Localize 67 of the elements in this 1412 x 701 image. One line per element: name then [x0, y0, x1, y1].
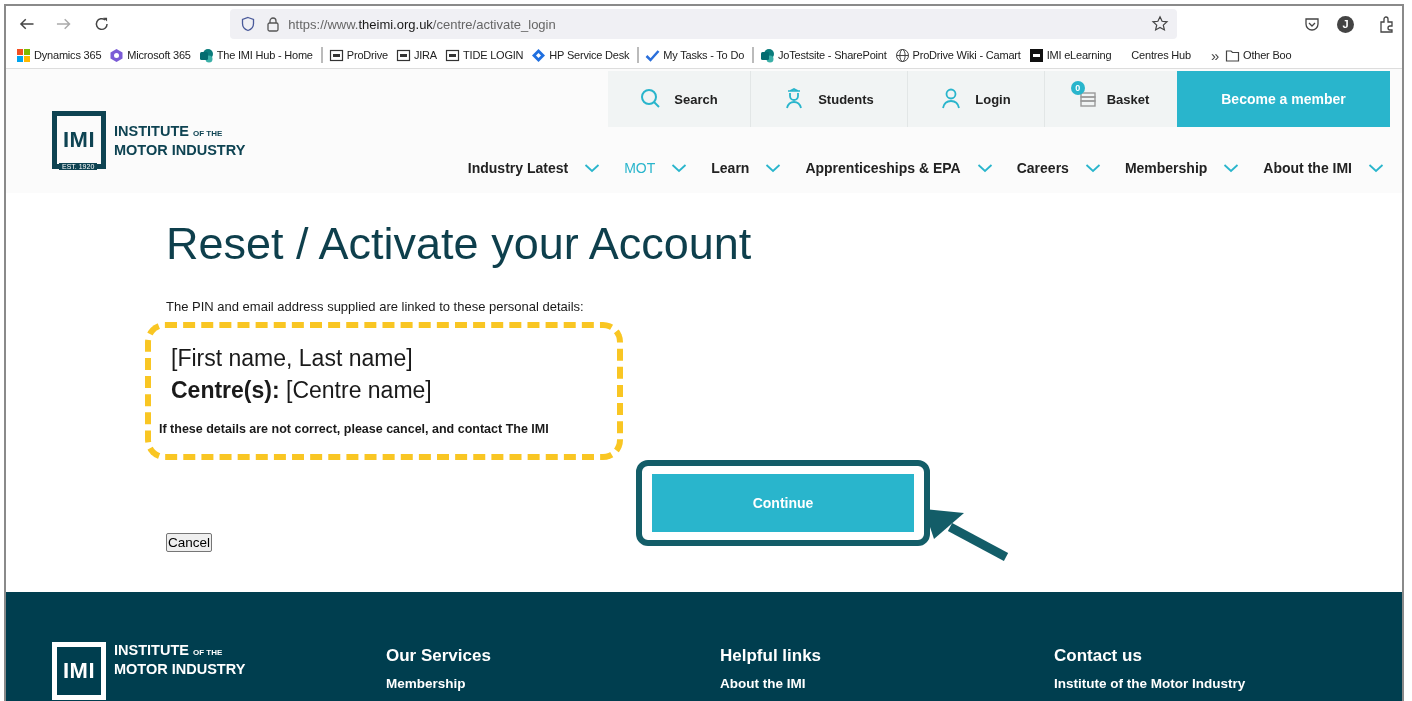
footer-heading: Contact us: [1054, 646, 1143, 666]
chevron-down-icon[interactable]: [976, 163, 993, 173]
footer-link[interactable]: Institute of the Motor Industry: [1054, 676, 1388, 691]
account-avatar[interactable]: J: [1337, 15, 1354, 33]
basket-count-badge: 0: [1070, 80, 1085, 95]
logo-text: INSTITUTE OF THE MOTOR INDUSTRY: [114, 642, 246, 677]
bookmark-link[interactable]: Dynamics 365: [16, 47, 102, 63]
bookmark-link[interactable]: TIDE LOGIN: [445, 47, 524, 63]
header-link[interactable]: Students: [751, 71, 908, 127]
lock-icon: [266, 16, 281, 32]
imi-icon: [395, 47, 411, 63]
address-bar[interactable]: https://www.theimi.org.uk/centre/activate_login: [230, 9, 1177, 39]
chevron-down-icon[interactable]: [1368, 163, 1384, 173]
footer-link[interactable]: Membership: [386, 676, 720, 691]
header-link[interactable]: Login: [908, 71, 1045, 127]
folder-icon: [1225, 47, 1241, 63]
footer-heading: Our Services: [386, 646, 492, 666]
intro-text: The PIN and email address supplied are linked to these personal details:: [166, 299, 585, 314]
chevron-down-icon[interactable]: [1084, 163, 1101, 173]
pocket-icon[interactable]: [1303, 15, 1321, 33]
bookmark-link[interactable]: The IMI Hub - Home: [198, 47, 313, 63]
page-title: Reset / Activate your Account: [166, 217, 753, 269]
imi-icon: [328, 47, 344, 63]
chevron-down-icon[interactable]: [1223, 163, 1240, 173]
bookmark-link[interactable]: Centres Hub: [1131, 49, 1191, 61]
warning-text: If these details are not correct, please cancel, and contact The IMI: [159, 422, 550, 436]
sharepoint-icon: [198, 47, 214, 63]
nav-item[interactable]: About the IMI: [1263, 160, 1352, 176]
centre-text: Centre(s): [Centre name]: [171, 376, 433, 405]
chevron-down-icon[interactable]: [584, 163, 601, 173]
bookmark-link[interactable]: My Tasks - To Do: [645, 47, 745, 63]
chevron-down-icon[interactable]: [671, 163, 688, 173]
check-icon: [645, 47, 661, 63]
hexagon-icon: [109, 47, 125, 63]
sharepoint-icon: [760, 47, 776, 63]
more-bookmarks-button[interactable]: »: [1210, 46, 1220, 64]
nav-item[interactable]: Apprenticeships & EPA: [805, 160, 961, 176]
diamond-icon: [531, 47, 547, 63]
bookmark-link[interactable]: ProDrive: [328, 47, 388, 63]
nav-item[interactable]: Membership: [1124, 160, 1208, 176]
person-name: [First name, Last name]: [171, 344, 414, 373]
puzzle-icon[interactable]: [1378, 15, 1396, 33]
shield-icon: [240, 16, 257, 32]
logo-text: INSTITUTE OF THE MOTOR INDUSTRY: [114, 122, 246, 158]
logo-mark: IMI: [52, 642, 106, 700]
footer-heading: Helpful links: [720, 646, 823, 666]
grid-icon: [16, 47, 31, 63]
bookmark-link[interactable]: IMI eLearning: [1028, 47, 1112, 63]
imi-icon: [1028, 47, 1044, 63]
chevron-down-icon[interactable]: [765, 163, 782, 173]
header-link[interactable]: 0 Basket: [1045, 71, 1177, 127]
bookmark-link[interactable]: Microsoft 365: [109, 47, 191, 63]
nav-item[interactable]: Careers: [1016, 160, 1069, 176]
globe-icon: [894, 47, 910, 63]
url-text: https://www.theimi.org.uk/centre/activate_login: [288, 16, 557, 32]
bookmark-link[interactable]: HP Service Desk: [531, 47, 630, 63]
nav-item[interactable]: Learn: [711, 160, 750, 176]
bookmark-link[interactable]: JIRA: [395, 47, 437, 63]
footer-link[interactable]: About the IMI: [720, 676, 1054, 691]
star-icon[interactable]: [1151, 15, 1169, 33]
nav-item[interactable]: Industry Latest: [467, 160, 569, 176]
imi-icon: [445, 47, 460, 63]
bookmark-folder[interactable]: Other Boo: [1225, 47, 1292, 63]
cancel-button[interactable]: Cancel: [166, 533, 213, 552]
bookmark-link[interactable]: ProDrive Wiki - Camart: [894, 47, 1021, 63]
bookmark-link[interactable]: JoTestsite - SharePoint: [760, 47, 887, 63]
header-link[interactable]: Search: [608, 71, 751, 127]
